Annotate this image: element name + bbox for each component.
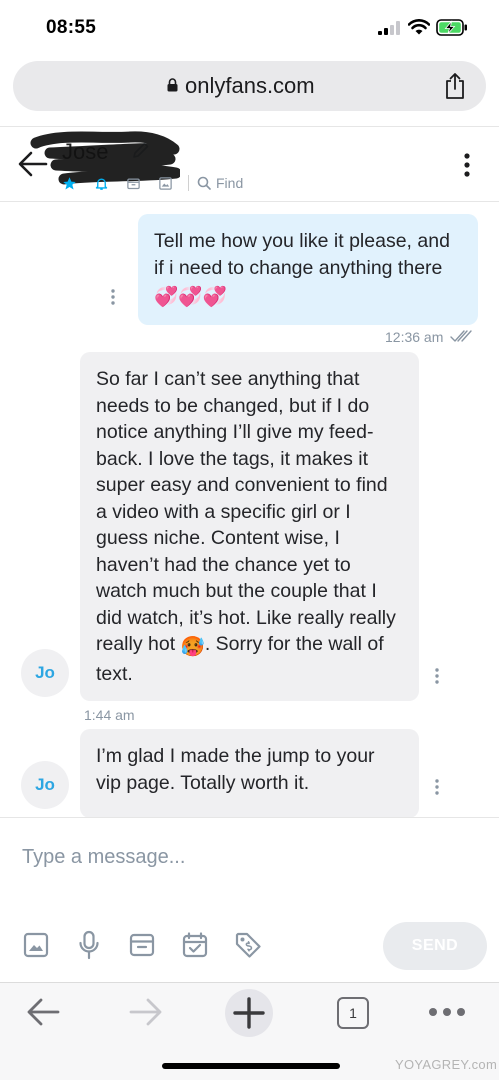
- message-composer: SEND: [0, 817, 499, 982]
- battery-charging-icon: [436, 19, 467, 36]
- message-text: Tell me how you like it please, and if i…: [154, 230, 450, 279]
- message-text: I’m glad I made the jump to your vip pag…: [96, 745, 375, 794]
- favorite-star-icon[interactable]: [60, 174, 78, 192]
- header-divider: [188, 175, 189, 191]
- incoming-message[interactable]: So far I can’t see anything that needs t…: [80, 352, 419, 701]
- read-receipt-icon: [450, 330, 472, 342]
- send-button[interactable]: SEND: [383, 922, 487, 970]
- address-bar[interactable]: onlyfans.com: [13, 61, 486, 111]
- avatar[interactable]: Jo: [21, 649, 69, 697]
- microphone-icon[interactable]: [77, 930, 101, 960]
- message-time: 12:36 am: [385, 329, 444, 345]
- outgoing-message[interactable]: Tell me how you like it please, and if i…: [138, 214, 478, 325]
- message-input[interactable]: [22, 842, 462, 872]
- price-tag-icon[interactable]: [234, 931, 262, 959]
- message-options-icon[interactable]: [434, 778, 440, 796]
- attach-image-icon[interactable]: [23, 932, 49, 958]
- browser-back-icon[interactable]: [26, 997, 60, 1027]
- share-icon[interactable]: [444, 72, 466, 100]
- url-text[interactable]: onlyfans.com: [185, 73, 315, 99]
- message-text: So far I can’t see anything that needs t…: [96, 368, 396, 655]
- cellular-signal-icon: [378, 21, 400, 35]
- message-emoji: 🥵: [180, 636, 205, 658]
- lock-icon: [167, 78, 178, 92]
- watermark: YOYAGREY.com: [395, 1057, 498, 1072]
- message-options-icon[interactable]: [110, 288, 116, 306]
- browser-forward-icon[interactable]: [129, 997, 163, 1027]
- notification-bell-icon[interactable]: [92, 174, 110, 192]
- search-icon[interactable]: [197, 176, 211, 190]
- home-indicator: [162, 1063, 340, 1069]
- find-button[interactable]: Find: [216, 175, 243, 191]
- schedule-calendar-icon[interactable]: [182, 932, 208, 958]
- media-gallery-icon[interactable]: [156, 174, 174, 192]
- status-bar: 08:55: [0, 0, 499, 56]
- wifi-icon: [408, 19, 430, 35]
- more-menu-icon[interactable]: [428, 1007, 466, 1017]
- avatar[interactable]: Jo: [21, 761, 69, 809]
- incoming-message[interactable]: I’m glad I made the jump to your vip pag…: [80, 729, 419, 817]
- tab-switcher-button[interactable]: 1: [337, 997, 369, 1029]
- more-options-icon[interactable]: [461, 153, 473, 177]
- message-time: 1:44 am: [84, 707, 135, 723]
- message-list[interactable]: Tell me how you like it please, and if i…: [0, 202, 499, 817]
- chat-header-actions: Find: [60, 173, 243, 193]
- new-tab-icon[interactable]: [224, 988, 274, 1038]
- vault-icon[interactable]: [124, 174, 142, 192]
- status-time: 08:55: [46, 17, 97, 38]
- message-options-icon[interactable]: [434, 667, 440, 685]
- vault-icon[interactable]: [129, 932, 155, 958]
- message-emoji: 💞💞💞: [154, 286, 227, 308]
- chat-header: Jose Find: [0, 126, 499, 202]
